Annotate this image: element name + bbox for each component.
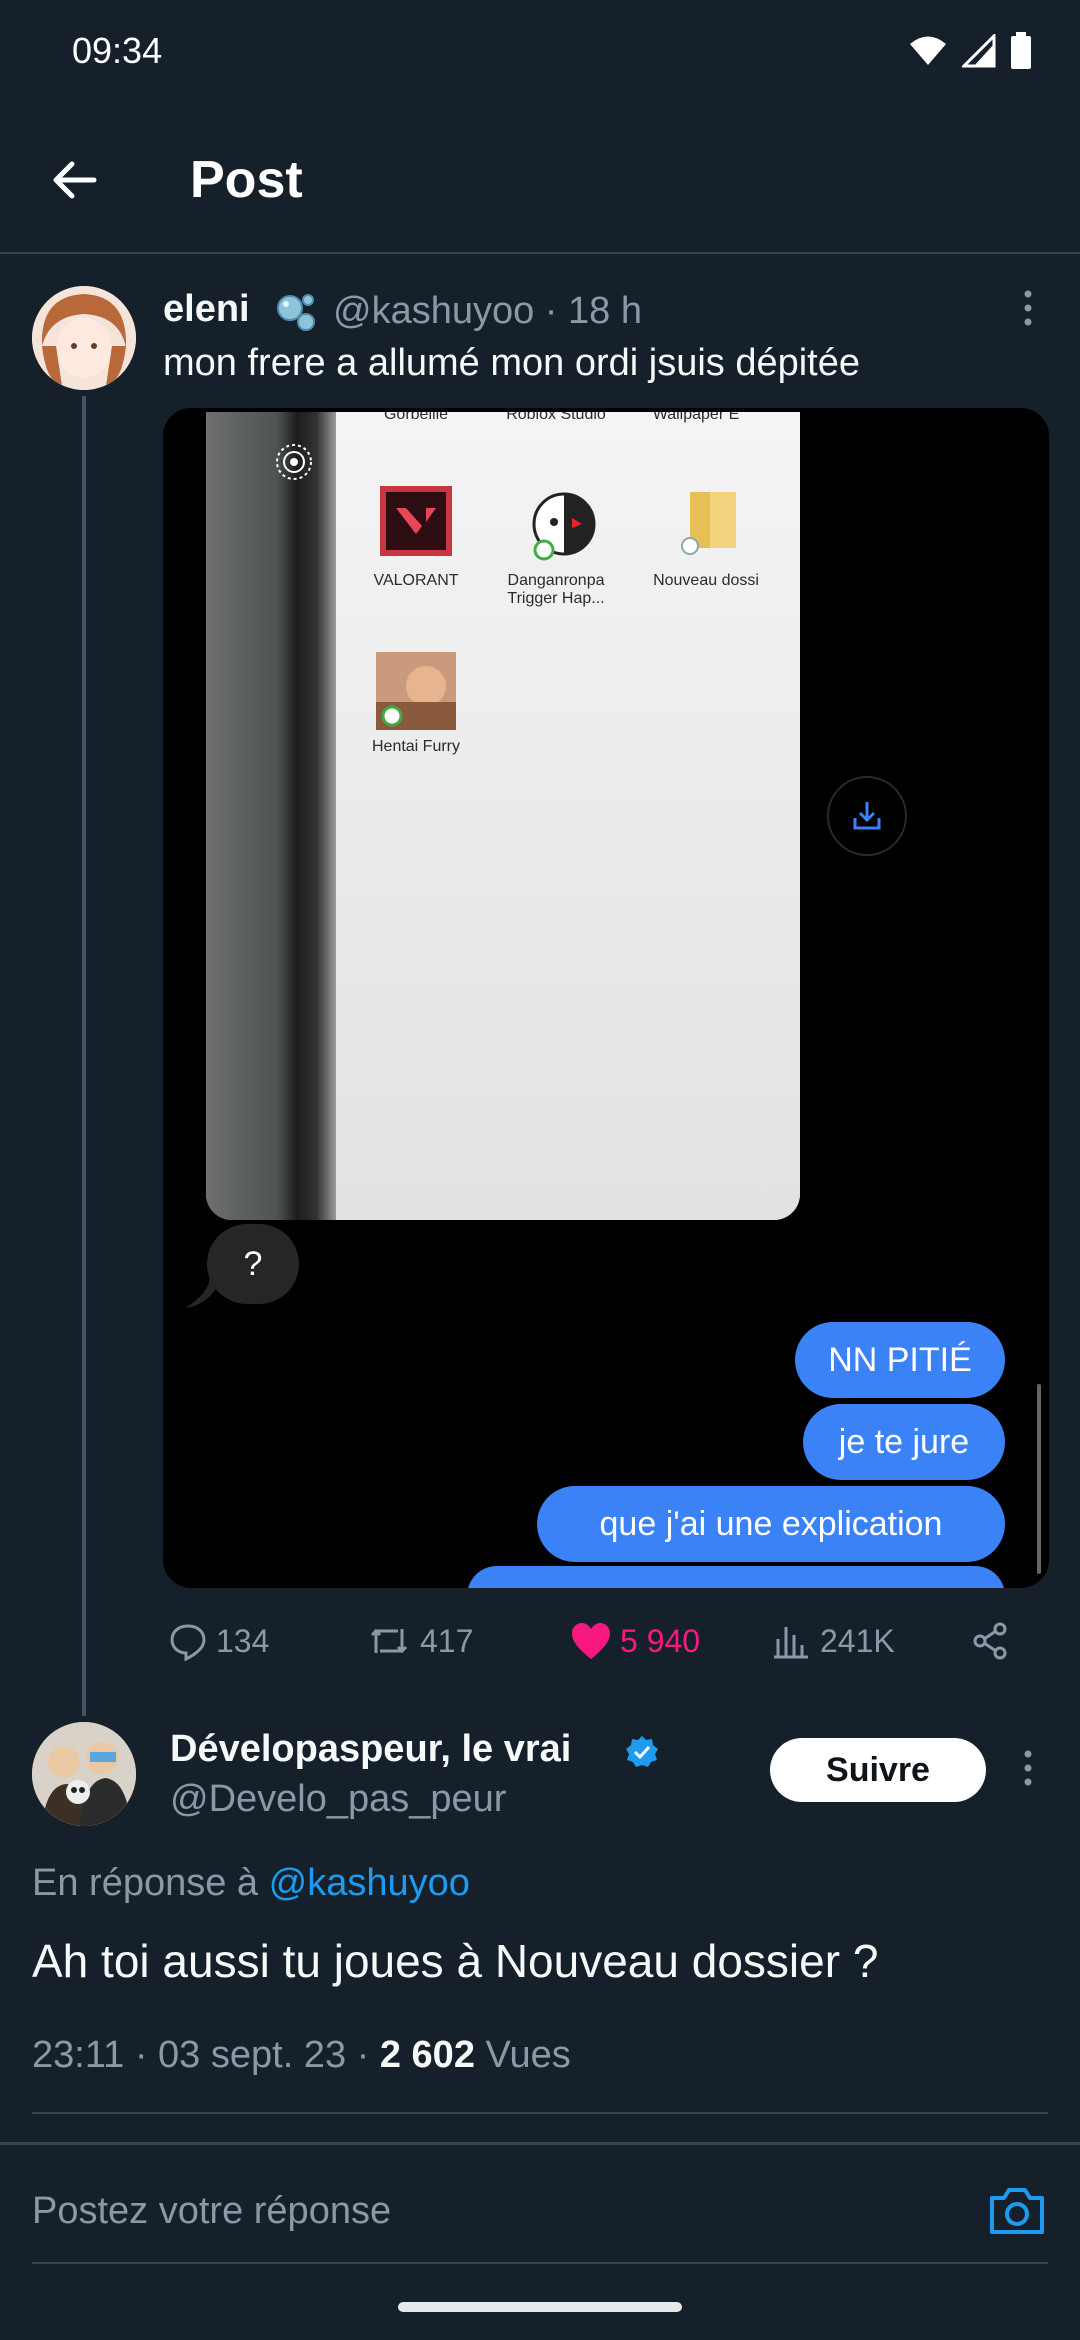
arrow-left-icon [53,161,97,199]
desktop-screen: Gorbeille Roblox Studio Wallpaper E VALO… [336,412,800,1220]
bubbles-emoji-icon [272,288,320,336]
reply-input[interactable]: Postez votre réponse [32,2190,391,2233]
reply-avatar-image [32,1722,136,1826]
image-file-icon [376,652,456,730]
avatar-image [32,286,136,390]
replying-to-label: En réponse à [32,1862,259,1904]
share-action[interactable] [970,1616,1010,1666]
folder-icon [681,492,736,555]
reply-count: 134 [216,1622,270,1659]
signal-icon [962,34,996,68]
scroll-indicator [1037,1384,1041,1574]
camera-icon[interactable] [986,2184,1048,2238]
follow-button[interactable]: Suivre [770,1738,986,1802]
analytics-icon [774,1627,808,1659]
divider [0,2142,1080,2145]
replying-to: En réponse à @kashuyoo [32,1862,470,1905]
like-count: 5 940 [620,1622,701,1659]
download-icon [853,802,881,830]
reply-author-handle[interactable]: @Develo_pas_peur [170,1778,506,1821]
live-photo-icon [276,444,312,480]
thread-line [82,396,86,1716]
status-time: 09:34 [72,30,163,71]
message-sent: NN PITIÉ [795,1322,1005,1398]
repost-action[interactable]: 417 [366,1616,473,1666]
desktop-icon-label: Wallpaper E [652,412,740,423]
valorant-app-icon [380,486,452,556]
share-icon [973,1622,1007,1660]
post-views-label: Vues [485,2034,571,2076]
message-sent: que j'ai une explication [537,1486,1005,1562]
like-action[interactable]: 5 940 [570,1616,700,1666]
more-options-icon[interactable] [1010,288,1046,328]
repost-icon [370,1628,408,1654]
page-title: Post [190,151,303,209]
verified-badge-icon [624,1734,660,1770]
more-options-icon[interactable] [1010,1748,1046,1788]
danganronpa-app-icon [532,492,596,561]
header-divider [0,252,1080,254]
monitor-bezel [206,412,336,1220]
author-handle-time[interactable]: @kashuyoo · 18 h [333,290,642,333]
home-indicator[interactable] [398,2302,682,2312]
desktop-icon-label: Roblox Studio [506,412,606,423]
replying-to-mention[interactable]: @kashuyoo [269,1862,470,1904]
message-sent-partial [467,1566,1005,1588]
tweet-text: mon frere a allumé mon ordi jsuis dépité… [163,342,861,384]
desktop-icon-label: Nouveau dossi [653,572,759,589]
message-sent: je te jure [803,1404,1005,1480]
views-action[interactable]: 241K [772,1616,895,1666]
reply-avatar[interactable] [32,1722,136,1826]
status-icons [908,32,1032,70]
battery-icon [1011,32,1031,69]
reply-icon [170,1624,206,1661]
desktop-icon-label: VALORANT [373,572,459,589]
reply-action[interactable]: 134 [168,1616,269,1666]
divider [32,2112,1048,2114]
reply-author-name[interactable]: Dévelopaspeur, le vrai [170,1728,571,1771]
repost-count: 417 [420,1622,474,1659]
heart-icon [572,1623,610,1659]
views-count: 241K [820,1622,895,1659]
divider [32,2262,1048,2264]
desktop-icon-label: Danganronpa Trigger Hap... [507,572,605,607]
wifi-icon [910,36,946,65]
back-button[interactable] [44,150,104,210]
embedded-photo: Gorbeille Roblox Studio Wallpaper E VALO… [206,412,800,1220]
download-button[interactable] [827,776,907,856]
post-views-count: 2 602 [379,2034,475,2076]
message-received: ? [207,1224,299,1304]
desktop-icon-label: Gorbeille [383,412,449,423]
tweet-media[interactable]: Gorbeille Roblox Studio Wallpaper E VALO… [163,408,1049,1588]
avatar[interactable] [32,286,136,390]
desktop-icon-label: Hentai Furry [371,738,461,755]
post-meta: 23:11 · 03 sept. 23 · 2 602 Vues [32,2034,571,2077]
post-timestamp: 23:11 · 03 sept. 23 · [32,2034,370,2076]
reply-text: Ah toi aussi tu joues à Nouveau dossier … [32,1935,879,1987]
author-name[interactable]: eleni [163,288,250,331]
